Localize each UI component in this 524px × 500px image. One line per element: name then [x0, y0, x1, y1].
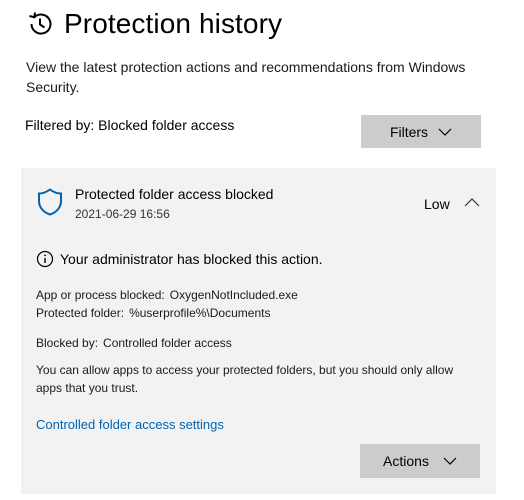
page-subtitle: View the latest protection actions and r…: [26, 59, 466, 95]
chevron-down-icon: [438, 128, 452, 136]
filters-button[interactable]: Filters: [361, 115, 481, 148]
blocked-by-label: Blocked by:: [36, 336, 99, 350]
page-title: Protection history: [64, 8, 283, 39]
app-blocked-row: App or process blocked: OxygenNotIncluded…: [36, 288, 298, 302]
info-icon: [36, 250, 54, 268]
actions-button-label: Actions: [383, 453, 429, 469]
severity-label: Low: [424, 196, 450, 212]
explanation-text: You can allow apps to access your protec…: [36, 363, 454, 395]
info-message: Your administrator has blocked this acti…: [60, 251, 323, 267]
protected-folder-value: %userprofile%\Documents: [129, 306, 271, 320]
chevron-up-icon[interactable]: [464, 198, 480, 207]
actions-button[interactable]: Actions: [360, 444, 480, 478]
filters-button-label: Filters: [389, 123, 429, 140]
protected-folder-label: Protected folder:: [36, 306, 125, 320]
protected-folder-row: Protected folder: %userprofile%\Documents: [36, 306, 270, 320]
filter-status-label: Filtered by: Blocked folder access: [25, 117, 235, 133]
protection-event-card: Protected folder access blocked 2021-06-…: [21, 168, 496, 494]
history-icon: [29, 12, 52, 35]
app-blocked-value: OxygenNotIncluded.exe: [169, 288, 298, 302]
chevron-down-icon: [443, 457, 457, 465]
page-header: Protection history: [26, 8, 282, 40]
blocked-by-row: Blocked by: Controlled folder access: [36, 336, 232, 350]
shield-icon: [38, 188, 62, 216]
event-card-header[interactable]: Protected folder access blocked 2021-06-…: [21, 168, 496, 232]
blocked-by-value: Controlled folder access: [103, 336, 232, 350]
controlled-folder-access-settings-link[interactable]: Controlled folder access settings: [36, 417, 224, 432]
event-date: 2021-06-29 16:56: [75, 207, 170, 221]
event-title: Protected folder access blocked: [75, 186, 274, 202]
app-blocked-label: App or process blocked:: [36, 288, 165, 302]
info-message-row: Your administrator has blocked this acti…: [36, 250, 323, 268]
